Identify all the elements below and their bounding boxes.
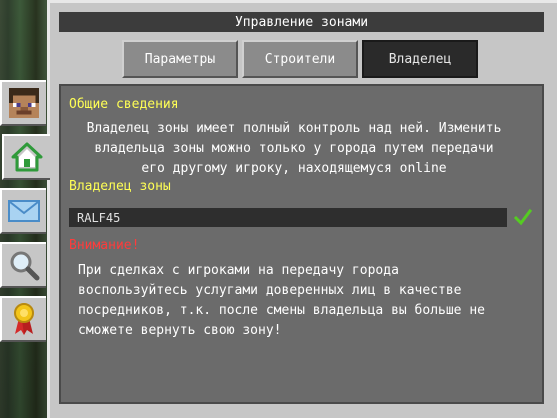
- checkmark-icon[interactable]: [514, 208, 532, 226]
- general-info-heading: Общие сведения: [69, 97, 179, 112]
- home-icon: [11, 142, 43, 172]
- side-tab-mail[interactable]: [0, 188, 46, 234]
- tab-parameters[interactable]: Параметры: [122, 40, 238, 78]
- general-info-line-2: владельца зоны можно только у города пут…: [94, 141, 494, 156]
- warning-line-3: посредников, т.к. после смены владельца …: [78, 303, 485, 318]
- owner-heading: Владелец зоны: [69, 179, 171, 194]
- owner-name-field[interactable]: RALF45: [69, 208, 507, 227]
- general-info-line-1: Владелец зоны имеет полный контроль над …: [86, 121, 502, 136]
- side-tab-player[interactable]: [0, 80, 46, 126]
- side-tab-awards[interactable]: [0, 296, 46, 342]
- warning-line-4: сможете вернуть свою зону!: [78, 323, 282, 338]
- window-title: Управление зонами: [59, 12, 544, 32]
- magnifier-icon: [10, 251, 40, 281]
- tab-owner[interactable]: Владелец: [362, 40, 478, 78]
- tab-builders[interactable]: Строители: [242, 40, 358, 78]
- player-head-icon: [9, 88, 39, 118]
- mail-icon: [8, 200, 40, 222]
- warning-heading: Внимание!: [69, 238, 140, 253]
- general-info-line-3: его другому игроку, находящемуся online: [141, 161, 447, 176]
- warning-line-1: При сделках с игроками на передачу город…: [78, 263, 399, 278]
- award-ribbon-icon: [14, 303, 34, 335]
- side-tab-home[interactable]: [2, 134, 50, 180]
- warning-line-2: воспользуйтесь услугами доверенных лиц в…: [78, 283, 462, 298]
- side-tab-search[interactable]: [0, 242, 46, 288]
